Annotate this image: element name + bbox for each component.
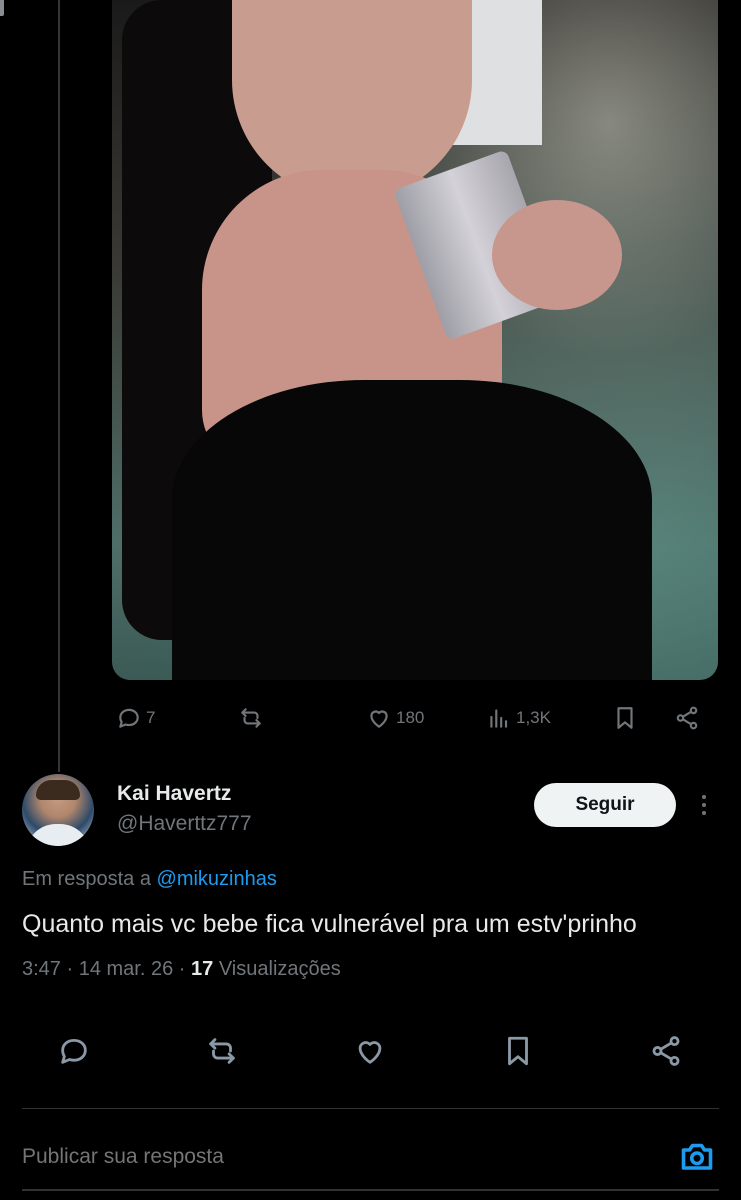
meta-separator: · bbox=[178, 958, 192, 980]
composer-underline bbox=[22, 1189, 719, 1191]
replying-to-handle[interactable]: @mikuzinhas bbox=[157, 868, 277, 890]
like-icon bbox=[358, 1041, 382, 1064]
parent-tweet-actions: 7 180 1,3K bbox=[112, 700, 718, 736]
views-count: 1,3K bbox=[516, 708, 551, 727]
tweet-meta: 3:47 · 14 mar. 26 · 17 Visualizações bbox=[22, 958, 341, 981]
bookmark-icon bbox=[617, 707, 633, 729]
replying-to-prefix: Em resposta a bbox=[22, 868, 151, 890]
scroll-indicator bbox=[0, 0, 4, 16]
bookmark-icon bbox=[508, 1036, 528, 1066]
reply-button[interactable] bbox=[54, 1030, 94, 1072]
share-button[interactable] bbox=[646, 1030, 686, 1072]
avatar-hair bbox=[36, 780, 80, 800]
tweet-time[interactable]: 3:47 bbox=[22, 958, 61, 980]
reply-icon bbox=[61, 1038, 87, 1064]
like-icon bbox=[370, 710, 388, 728]
follow-button[interactable]: Seguir bbox=[534, 783, 676, 827]
tweet-date[interactable]: 14 mar. 26 bbox=[79, 958, 174, 980]
avatar[interactable] bbox=[22, 774, 94, 846]
author-handle[interactable]: @Haverttz777 bbox=[117, 812, 252, 836]
photo-dress bbox=[172, 380, 652, 680]
more-icon[interactable] bbox=[692, 788, 716, 822]
retweet-button[interactable] bbox=[238, 700, 268, 736]
camera-icon bbox=[681, 1143, 713, 1170]
retweet-icon bbox=[241, 708, 261, 728]
like-button[interactable]: 180 bbox=[366, 700, 424, 736]
retweet-button[interactable] bbox=[202, 1030, 242, 1072]
views-label: Visualizações bbox=[218, 958, 341, 980]
tweet-media-image[interactable] bbox=[112, 0, 718, 680]
reply-button[interactable]: 7 bbox=[116, 700, 155, 736]
bookmark-button[interactable] bbox=[612, 700, 638, 736]
reply-icon bbox=[119, 708, 139, 728]
reply-count: 7 bbox=[146, 708, 156, 727]
share-button[interactable] bbox=[674, 700, 700, 736]
share-icon bbox=[676, 706, 698, 730]
photo-hand bbox=[492, 200, 622, 310]
camera-button[interactable] bbox=[678, 1137, 716, 1175]
views-icon bbox=[490, 709, 508, 728]
retweet-icon bbox=[209, 1038, 235, 1064]
thread-line bbox=[58, 0, 60, 772]
divider bbox=[22, 1108, 719, 1109]
reply-tweet-actions bbox=[0, 1030, 741, 1072]
meta-separator: · bbox=[66, 958, 79, 980]
bookmark-button[interactable] bbox=[498, 1030, 538, 1072]
like-button[interactable] bbox=[350, 1030, 390, 1072]
avatar-shirt bbox=[26, 824, 90, 846]
views-button[interactable]: 1,3K bbox=[486, 700, 551, 736]
views-total: 17 bbox=[191, 958, 214, 980]
tweet-text: Quanto mais vc bebe fica vulnerável pra … bbox=[22, 910, 637, 938]
reply-input[interactable] bbox=[22, 1140, 622, 1174]
like-count: 180 bbox=[396, 708, 425, 727]
share-icon bbox=[652, 1036, 680, 1066]
author-name[interactable]: Kai Havertz bbox=[117, 782, 231, 806]
replying-to: Em resposta a @mikuzinhas bbox=[22, 868, 277, 891]
